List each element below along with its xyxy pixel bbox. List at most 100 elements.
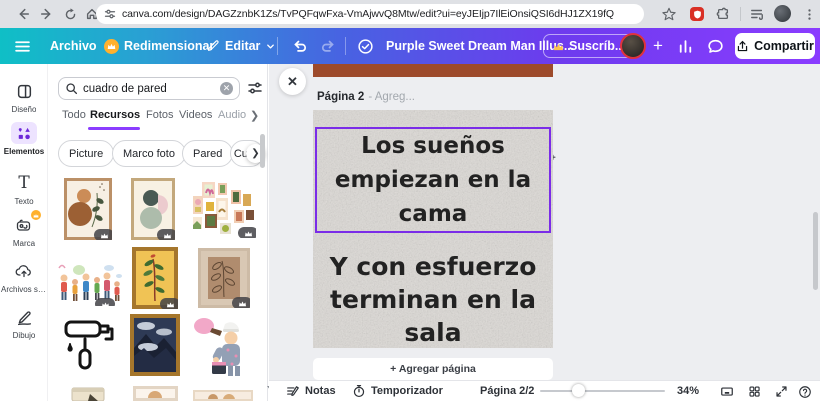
thumbnail-cream-landscape-frame[interactable] [193, 390, 253, 401]
browser-profile-avatar[interactable] [774, 5, 791, 22]
chip-picture[interactable]: Picture [58, 140, 114, 167]
premium-crown-badge [95, 298, 115, 306]
chip-pared[interactable]: Pared [182, 140, 233, 167]
workspace-scrollbar[interactable] [813, 212, 818, 290]
tab-todo[interactable]: Todo [62, 109, 86, 121]
help-icon[interactable] [797, 384, 812, 399]
zoom-slider-thumb[interactable] [572, 384, 585, 397]
resize-label: Redimensionar [124, 39, 214, 53]
site-settings-icon[interactable] [104, 8, 116, 20]
sidebar-item-dibujo[interactable]: Dibujo [0, 306, 48, 340]
page-indicator-label: Página 2/2 [480, 385, 534, 397]
design-icon [11, 80, 37, 102]
thumbnail-gallery-wall-collage[interactable] [192, 180, 256, 238]
sidebar-label: Elementos [4, 147, 44, 156]
address-bar[interactable]: canva.com/design/DAGZznbK1Zs/TvPQFqwFxa-… [96, 4, 644, 24]
thumbnail-framed-abstract-shapes[interactable] [131, 178, 175, 240]
share-button[interactable]: Compartir [735, 33, 815, 59]
bookmark-star-icon[interactable] [660, 5, 678, 23]
tab-recursos[interactable]: Recursos [90, 109, 140, 121]
text-box-bottom[interactable]: Y con esfuerzo terminan en la sala [315, 250, 551, 349]
thumbnail-framed-night-mountains[interactable] [130, 314, 180, 376]
premium-crown-icon [104, 39, 119, 54]
tab-videos[interactable]: Videos [179, 109, 212, 121]
tab-fotos[interactable]: Fotos [146, 109, 174, 121]
undo-button[interactable] [292, 28, 308, 64]
search-box[interactable]: ✕ [58, 77, 240, 100]
sidebar-item-elementos[interactable]: Elementos [0, 122, 48, 156]
tabs-more-chevron-icon[interactable]: ❯ [250, 109, 259, 122]
elements-panel: ✕ Todo Recursos Fotos Videos Audio ❯ Pic… [48, 64, 268, 401]
timer-button[interactable]: Temporizador [352, 381, 443, 401]
chip-marco-foto[interactable]: Marco foto [112, 140, 186, 167]
sidebar-item-archivos-subidos[interactable]: Archivos su... [0, 260, 48, 294]
tab-audio[interactable]: Audio [218, 109, 246, 121]
sidebar-label: Dibujo [13, 331, 36, 340]
premium-crown-badge [232, 297, 250, 308]
page-indicator: Página 2/2 [480, 381, 534, 401]
extensions-puzzle-icon[interactable] [714, 5, 732, 23]
resize-button[interactable]: Redimensionar [104, 28, 214, 64]
chevron-down-icon [265, 41, 276, 52]
comments-chat-icon[interactable] [707, 28, 724, 64]
file-menu-label: Archivo [50, 39, 97, 53]
notes-icon [286, 384, 300, 398]
search-input[interactable] [83, 83, 215, 95]
reading-list-icon[interactable] [748, 5, 766, 23]
hamburger-menu-icon[interactable] [14, 28, 31, 64]
sidebar-item-diseno[interactable]: Diseño [0, 80, 48, 114]
upload-cloud-icon [11, 260, 37, 282]
timer-icon [352, 384, 366, 398]
premium-crown-badge [238, 227, 256, 238]
add-page-button[interactable]: + Agregar página [313, 358, 553, 380]
page-1-bottom-edge[interactable] [313, 64, 553, 77]
sidebar-label: Texto [14, 197, 33, 206]
selected-text-box[interactable]: Los sueños empiezan en la cama [315, 127, 551, 233]
thumbnail-cream-frame-circle[interactable] [133, 386, 178, 401]
canva-toolbar: Archivo Redimensionar Editar Purple Swee… [0, 28, 820, 64]
page-title-placeholder[interactable]: - Agreg... [368, 91, 415, 103]
close-panel-button[interactable]: ✕ [279, 68, 306, 95]
draw-pen-icon [11, 306, 37, 328]
browser-menu-icon[interactable] [800, 5, 818, 23]
thumbnail-children-playing-illustration[interactable] [57, 260, 123, 306]
thumbnail-painter-worker-illustration[interactable] [192, 314, 250, 376]
brand-icon [11, 214, 37, 236]
thumbnail-paint-roller-outline[interactable] [58, 316, 120, 376]
adblock-extension-icon[interactable] [690, 7, 704, 21]
cloud-save-status-icon[interactable] [357, 28, 374, 64]
filter-settings-icon[interactable] [247, 80, 263, 96]
browser-forward-icon[interactable] [38, 5, 56, 23]
sidebar-item-texto[interactable]: T Texto [0, 172, 48, 206]
invite-plus-button[interactable]: + [653, 28, 663, 64]
chip-label: Picture [69, 148, 103, 160]
edit-menu-label: Editar [225, 39, 260, 53]
grid-view-icon[interactable] [747, 384, 762, 399]
thumbnail-paint-can[interactable] [70, 386, 106, 401]
file-menu-button[interactable]: Archivo [50, 28, 97, 64]
page-header: Página 2 - Agreg... [317, 89, 557, 105]
panel-scrollbar[interactable] [260, 134, 265, 168]
clear-search-icon[interactable]: ✕ [220, 82, 233, 95]
page-title[interactable]: Página 2 [317, 91, 364, 103]
browser-reload-icon[interactable] [61, 5, 79, 23]
edit-menu-button[interactable]: Editar [206, 28, 276, 64]
zoom-level[interactable]: 34% [677, 381, 699, 401]
user-avatar[interactable] [620, 33, 646, 59]
redo-button[interactable] [320, 28, 336, 64]
fullscreen-icon[interactable] [774, 384, 789, 399]
zoom-slider-track[interactable] [540, 390, 665, 392]
subscribe-label: Suscríb... [569, 39, 625, 53]
browser-back-icon[interactable] [14, 5, 32, 23]
object-panel-rail: Diseño Elementos T Texto Marca A [0, 64, 48, 401]
sidebar-item-marca[interactable]: Marca [0, 214, 48, 248]
insights-chart-icon[interactable] [677, 28, 694, 64]
thumbnail-framed-abstract-botanical[interactable] [64, 178, 112, 240]
quote-text-top[interactable]: Los sueños empiezan en la cama [335, 129, 531, 231]
thumbnail-gold-framed-branch[interactable] [132, 247, 178, 309]
quote-text-bottom[interactable]: Y con esfuerzo terminan en la sala [315, 250, 551, 349]
notes-button[interactable]: Notas [286, 381, 336, 401]
toolbar-divider [345, 37, 346, 55]
presentation-view-icon[interactable] [719, 384, 734, 399]
thumbnail-beige-framed-line-leaves[interactable] [198, 248, 250, 308]
